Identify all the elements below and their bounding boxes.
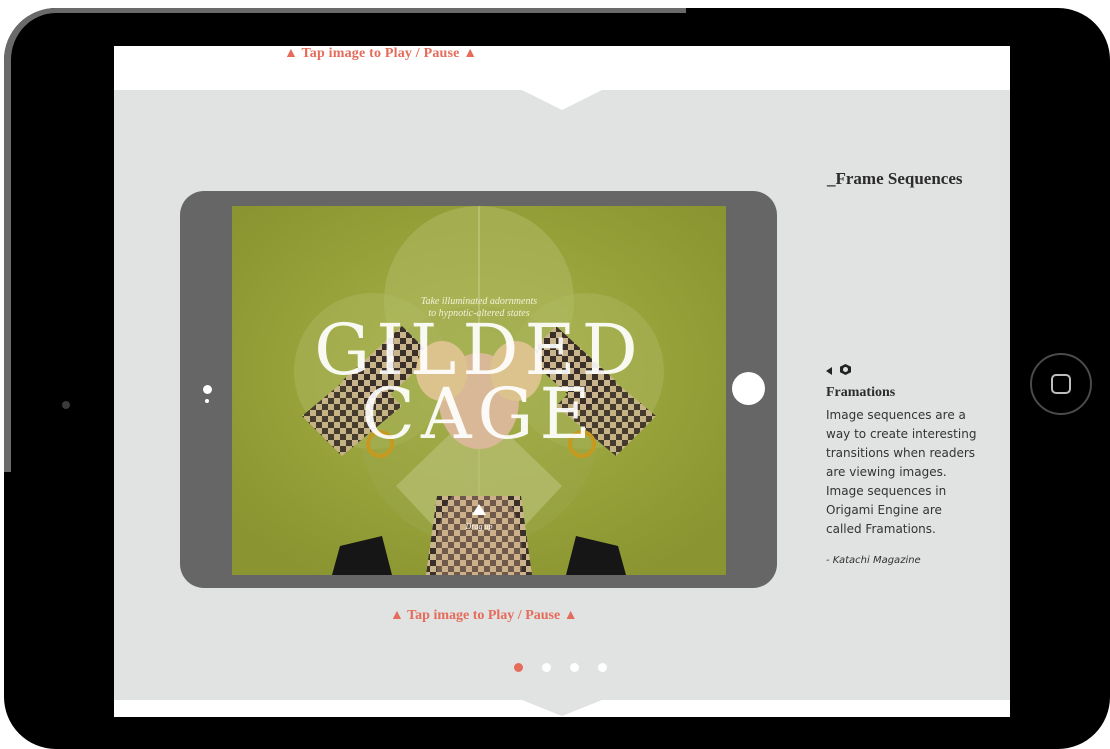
preview-home-button [732,372,765,405]
sidebar-body-line: Image sequences are a [826,408,966,422]
section-title: _Frame Sequences [827,169,963,188]
page-dot-2[interactable] [542,663,551,672]
panel-bottom-notch [522,700,602,716]
home-button[interactable] [1030,353,1092,415]
sidebar-body: Image sequences are a way to create inte… [826,406,986,539]
camera-icon [62,401,70,409]
sidebar-body-line: way to create interesting [826,427,977,441]
preview-ipad: Take illuminated adornments to hypnotic-… [180,191,777,588]
preview-camera-icon [203,385,212,394]
sidebar-icons [826,364,866,378]
sidebar-source: - Katachi Magazine [826,555,921,566]
preview-title-line-2: CAGE [361,373,597,455]
top-strip [114,46,1010,90]
tagline-line-1: Take illuminated adornments [420,296,538,307]
page-dot-1[interactable] [514,663,523,672]
top-play-pause-caption[interactable]: ▲ Tap image to Play / Pause ▲ [284,46,477,62]
page-dot-4[interactable] [598,663,607,672]
page-indicator [514,663,614,675]
back-arrow-icon[interactable] [826,367,832,375]
framation-image[interactable]: Take illuminated adornments to hypnotic-… [232,206,726,575]
home-square-icon [1051,374,1071,394]
page-dot-3[interactable] [570,663,579,672]
bottom-play-pause-caption[interactable]: ▲ Tap image to Play / Pause ▲ [390,608,578,624]
panel-top-notch [522,90,602,110]
origami-logo-icon [840,364,851,375]
preview-sensor-icon [205,399,209,403]
drag-up-arrow-icon [472,504,486,515]
app-screen: ▲ Tap image to Play / Pause ▲ Take illum… [114,46,1010,717]
sidebar-body-line: are viewing images. [826,465,947,479]
sidebar-body-line: Origami Engine are [826,503,942,517]
sidebar-body-line: transitions when readers [826,446,976,460]
sidebar-heading: Framations [826,385,896,400]
sidebar-body-line: called Framations. [826,522,936,536]
drag-up-label: Drag up [465,522,493,531]
sidebar-body-line: Image sequences in [826,484,947,498]
